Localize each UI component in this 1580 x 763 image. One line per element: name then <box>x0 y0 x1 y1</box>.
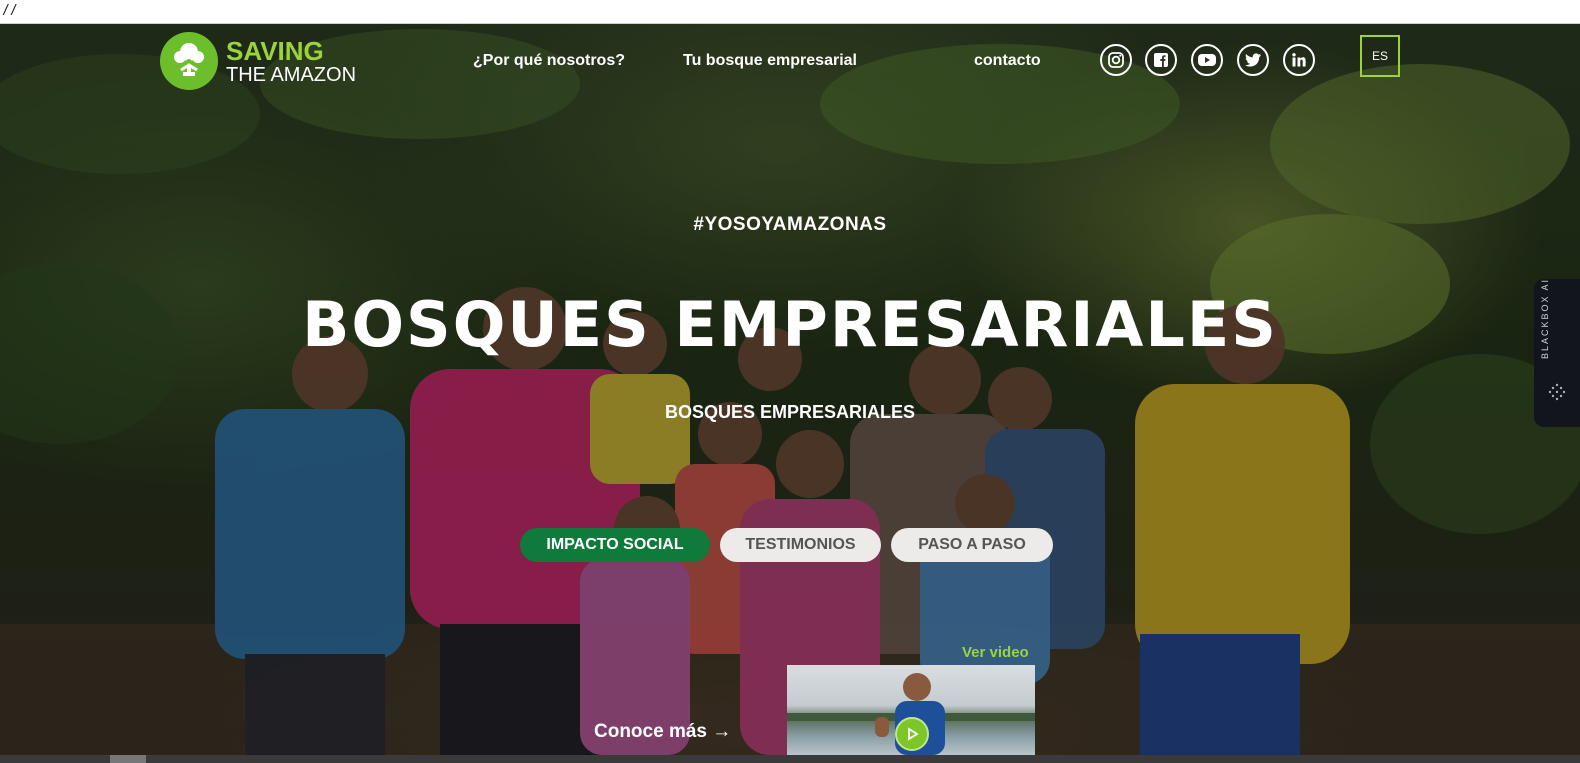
hero-section: SAVING THE AMAZON ¿Por qué nosotros? Tu … <box>0 24 1580 755</box>
tab-testimonios[interactable]: TESTIMONIOS <box>720 528 881 562</box>
blackbox-dots-icon <box>1548 383 1566 401</box>
hero-title: BOSQUES EMPRESARIALES <box>302 288 1278 361</box>
facebook-icon[interactable] <box>1145 44 1177 76</box>
side-tab-label: BLACKBOX AI <box>1540 277 1550 359</box>
tree-people-logo-icon <box>160 32 218 90</box>
nav-por-que-nosotros[interactable]: ¿Por qué nosotros? <box>473 52 625 70</box>
youtube-icon[interactable] <box>1191 44 1223 76</box>
blackbox-ai-side-tab[interactable]: BLACKBOX AI <box>1534 277 1580 427</box>
ver-video-link[interactable]: Ver video <box>962 644 1029 661</box>
horizontal-scrollbar[interactable] <box>0 755 1580 763</box>
language-selector[interactable]: ES <box>1360 35 1400 77</box>
site-logo[interactable]: SAVING THE AMAZON <box>160 32 356 90</box>
hero-hashtag: #YOSOYAMAZONAS <box>693 214 887 235</box>
logo-line-2: THE AMAZON <box>226 63 357 86</box>
hero-subtitle: BOSQUES EMPRESARIALES <box>664 402 916 422</box>
hero-dark-overlay <box>0 24 1580 755</box>
address-text: // <box>2 3 18 18</box>
browser-top-strip: // <box>0 0 1580 24</box>
nav-contacto[interactable]: contacto <box>974 52 1041 70</box>
video-thumbnail[interactable] <box>787 665 1035 755</box>
nav-tu-bosque-empresarial[interactable]: Tu bosque empresarial <box>683 52 857 70</box>
logo-line-1: SAVING <box>226 35 324 66</box>
conoce-mas-link[interactable]: Conoce más → <box>594 721 731 743</box>
tab-paso-a-paso[interactable]: PASO A PASO <box>891 528 1053 562</box>
linkedin-icon[interactable] <box>1283 44 1315 76</box>
scrollbar-thumb[interactable] <box>110 755 146 763</box>
tab-impacto-social[interactable]: IMPACTO SOCIAL <box>520 528 710 562</box>
instagram-icon[interactable] <box>1100 44 1132 76</box>
play-icon[interactable] <box>895 717 929 751</box>
twitter-icon[interactable] <box>1237 44 1269 76</box>
